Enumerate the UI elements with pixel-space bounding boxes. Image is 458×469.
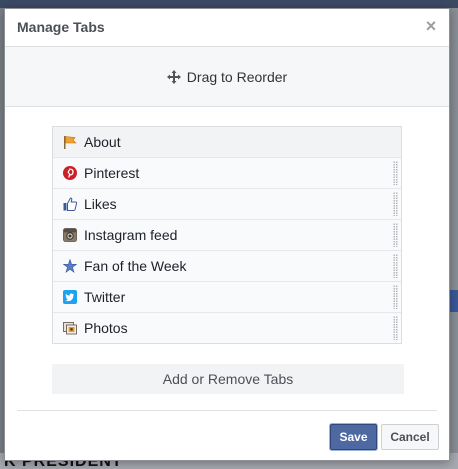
tab-label: Pinterest	[84, 165, 140, 181]
drag-handle[interactable]	[393, 161, 398, 185]
footer-divider	[17, 410, 437, 411]
drag-handle[interactable]	[393, 316, 398, 340]
instagram-icon	[63, 228, 77, 242]
tab-label: Photos	[84, 320, 128, 336]
drag-handle[interactable]	[393, 192, 398, 216]
tab-row-pinterest[interactable]: Pinterest	[53, 158, 401, 189]
close-button[interactable]: ×	[423, 17, 439, 35]
save-button[interactable]: Save	[330, 424, 377, 450]
tab-label: Twitter	[84, 289, 126, 305]
tab-row-likes[interactable]: Likes	[53, 189, 401, 220]
add-remove-tabs-button[interactable]: Add or Remove Tabs	[52, 364, 404, 394]
tab-row-instagram[interactable]: Instagram feed	[53, 220, 401, 251]
cancel-button[interactable]: Cancel	[381, 424, 439, 450]
reorder-label: Drag to Reorder	[186, 68, 288, 85]
manage-tabs-dialog: Manage Tabs × Drag to Reorder About Pint…	[4, 8, 450, 461]
background-right-edge	[450, 8, 458, 469]
tab-row-fan-of-the-week[interactable]: Fan of the Week	[53, 251, 401, 282]
tab-row-twitter[interactable]: Twitter	[53, 282, 401, 313]
twitter-icon	[63, 290, 77, 304]
tabs-list: About Pinterest Likes Instagram feed Fan…	[52, 126, 402, 344]
drag-handle[interactable]	[393, 223, 398, 247]
dialog-title: Manage Tabs	[17, 19, 105, 35]
tab-label: Fan of the Week	[84, 258, 187, 274]
thumbs-up-icon	[63, 197, 77, 211]
tab-label: Likes	[84, 196, 117, 212]
tab-label: Instagram feed	[84, 227, 178, 243]
tab-row-about[interactable]: About	[53, 127, 401, 158]
tab-label: About	[84, 134, 121, 150]
photos-icon	[63, 322, 77, 335]
background-top-bar	[0, 0, 458, 8]
tab-row-photos[interactable]: Photos	[53, 313, 401, 343]
drag-handle[interactable]	[393, 285, 398, 309]
reorder-bar: Drag to Reorder	[5, 47, 449, 107]
star-icon	[63, 259, 77, 273]
background-blue-block	[450, 290, 458, 312]
dialog-header: Manage Tabs ×	[5, 9, 449, 47]
move-icon	[166, 69, 181, 84]
drag-handle[interactable]	[393, 254, 398, 278]
pinterest-icon	[63, 166, 77, 180]
flag-icon	[64, 136, 77, 149]
